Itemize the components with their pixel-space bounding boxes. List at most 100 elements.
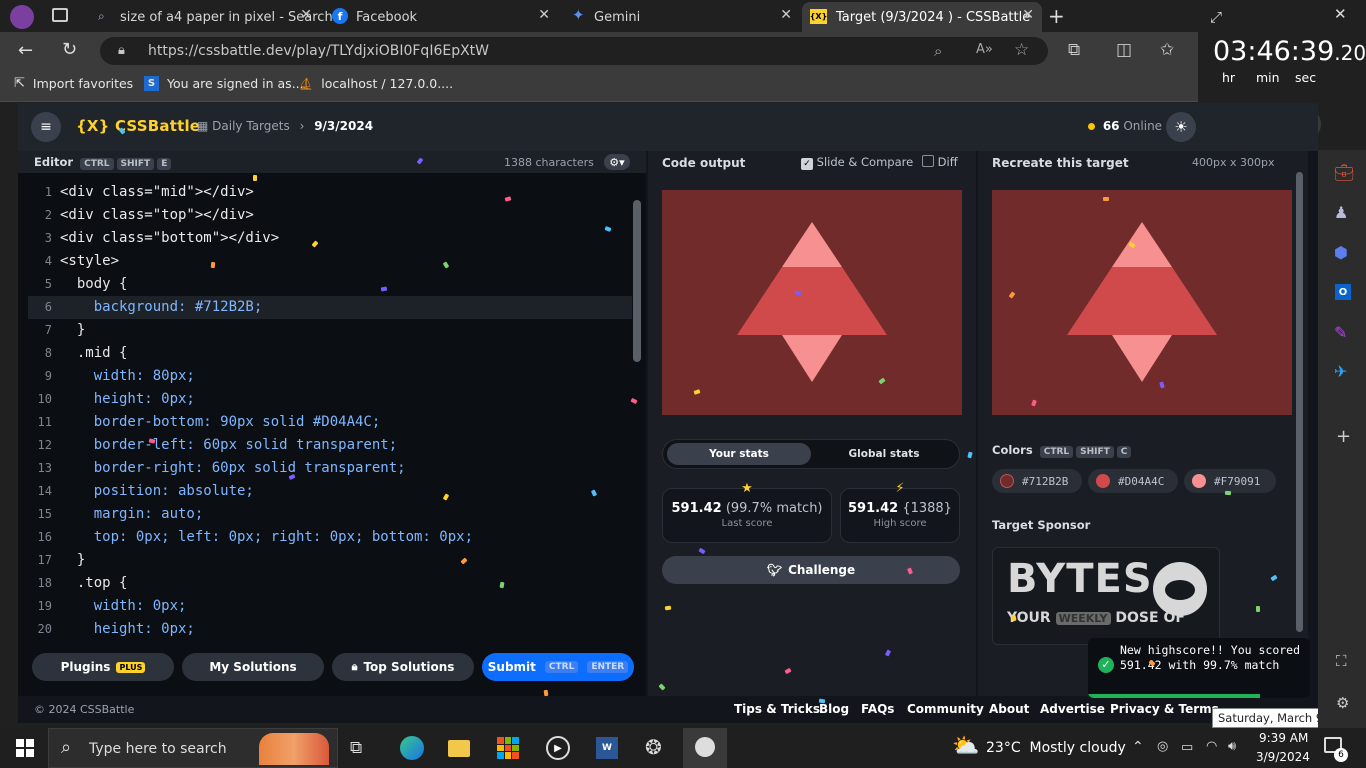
windows-start-icon[interactable] bbox=[16, 739, 34, 757]
code-line[interactable]: 6 background: #712B2B; bbox=[28, 296, 632, 319]
favorites-icon[interactable]: ✩ bbox=[1160, 40, 1174, 60]
output-preview[interactable] bbox=[662, 190, 962, 415]
shopping-icon[interactable]: 💼︎ bbox=[1334, 163, 1354, 182]
submit-button[interactable]: Submit CTRL ENTER bbox=[482, 653, 634, 681]
fav-import[interactable]: ⇱ Import favorites bbox=[14, 76, 133, 91]
zoom-icon[interactable]: ⌕ bbox=[934, 42, 942, 60]
code-line[interactable]: 5 body { bbox=[28, 273, 632, 296]
chevron-up-icon[interactable]: ⌃ bbox=[1132, 739, 1144, 755]
tab-your-stats[interactable]: Your stats bbox=[667, 443, 811, 465]
top-solutions-button[interactable]: 🔒︎ Top Solutions bbox=[332, 653, 474, 681]
brand-logo[interactable]: {X} CSSBattle bbox=[76, 117, 200, 135]
footer-link-faqs[interactable]: FAQs bbox=[861, 702, 894, 716]
code-line[interactable]: 17 } bbox=[28, 549, 632, 572]
code-line[interactable]: 4 <style> bbox=[28, 250, 632, 273]
close-icon[interactable]: ✕ bbox=[300, 7, 312, 23]
code-line[interactable]: 11 border-bottom: 90px solid #D04A4C; bbox=[28, 411, 632, 434]
screenshot-icon[interactable]: ⛶ bbox=[1336, 652, 1347, 670]
code-line[interactable]: 20 height: 0px; bbox=[28, 618, 632, 641]
color-swatch-1[interactable]: #712B2B bbox=[992, 469, 1082, 493]
back-icon[interactable]: ← bbox=[18, 40, 33, 61]
split-screen-icon[interactable]: ◫ bbox=[1116, 40, 1132, 60]
expand-icon[interactable]: ⤢ bbox=[1210, 8, 1222, 26]
tab-facebook[interactable]: f Facebook ✕ bbox=[322, 2, 558, 32]
footer-link-blog[interactable]: Blog bbox=[819, 702, 849, 716]
editor-scrollbar[interactable] bbox=[633, 200, 641, 362]
volume-icon[interactable]: 🔊︎ bbox=[1228, 739, 1236, 754]
footer-link-privacy[interactable]: Privacy & Terms bbox=[1110, 702, 1219, 716]
settings-icon[interactable]: ⚙ bbox=[1336, 694, 1349, 712]
add-sidebar-icon[interactable]: + bbox=[1336, 426, 1351, 447]
code-line[interactable]: 12 border-left: 60px solid transparent; bbox=[28, 434, 632, 457]
chatgpt-icon[interactable]: ❂ bbox=[645, 735, 662, 759]
tab-search[interactable]: ⌕ size of a4 paper in pixel - Search ✕ bbox=[86, 2, 333, 32]
fav-localhost[interactable]: ⛵︎ localhost / 127.0.0.... bbox=[298, 76, 453, 91]
tab-global-stats[interactable]: Global stats bbox=[812, 443, 956, 465]
vscode-icon[interactable]: W bbox=[596, 737, 618, 759]
highscore-toast[interactable]: ✓ New highscore!! You scored 591.42 with… bbox=[1088, 638, 1310, 698]
new-tab-icon[interactable]: + bbox=[1048, 4, 1065, 28]
file-explorer-icon[interactable] bbox=[448, 740, 470, 757]
code-line[interactable]: 3 <div class="bottom"></div> bbox=[28, 227, 632, 250]
close-icon[interactable]: ✕ bbox=[1334, 5, 1347, 23]
footer-link-about[interactable]: About bbox=[989, 702, 1029, 716]
settings-gear-icon[interactable]: ⚙▾ bbox=[604, 154, 630, 170]
code-line[interactable]: 13 border-right: 60px solid transparent; bbox=[28, 457, 632, 480]
active-app-icon[interactable] bbox=[683, 728, 727, 768]
theme-toggle-button[interactable]: ☀ bbox=[1166, 112, 1196, 142]
color-swatch-2[interactable]: #D04A4C bbox=[1088, 469, 1178, 493]
battery-icon[interactable]: ▭ bbox=[1181, 740, 1193, 755]
code-line[interactable]: 18 .top { bbox=[28, 572, 632, 595]
wifi-icon[interactable]: ◠ bbox=[1206, 739, 1217, 754]
slide-compare-checkbox[interactable]: ✓ Slide & Compare bbox=[801, 155, 913, 170]
close-icon[interactable]: ✕ bbox=[1022, 7, 1034, 23]
code-line[interactable]: 8 .mid { bbox=[28, 342, 632, 365]
url-field[interactable]: 🔒︎ https://cssbattle.dev/play/TLYdjxiOBI… bbox=[100, 37, 1048, 65]
fav-signed-in[interactable]: S You are signed in as... bbox=[144, 76, 304, 91]
code-line[interactable]: 9 width: 80px; bbox=[28, 365, 632, 388]
tab-actions-icon[interactable] bbox=[52, 8, 68, 22]
edge-taskbar-icon[interactable] bbox=[400, 736, 424, 760]
send-icon[interactable]: ✈ bbox=[1334, 362, 1347, 381]
menu-button[interactable]: ≡ bbox=[31, 112, 61, 142]
copilot-icon[interactable]: ⬢ bbox=[1334, 243, 1348, 262]
diff-checkbox[interactable]: Diff bbox=[922, 155, 958, 169]
close-icon[interactable]: ✕ bbox=[780, 7, 792, 23]
my-solutions-button[interactable]: My Solutions bbox=[182, 653, 324, 681]
task-view-icon[interactable]: ⧉ bbox=[350, 738, 362, 758]
code-line[interactable]: 15 margin: auto; bbox=[28, 503, 632, 526]
code-line[interactable]: 14 position: absolute; bbox=[28, 480, 632, 503]
code-line[interactable]: 19 width: 0px; bbox=[28, 595, 632, 618]
footer-link-community[interactable]: Community bbox=[907, 702, 984, 716]
refresh-icon[interactable]: ↻ bbox=[62, 39, 77, 60]
close-icon[interactable]: ✕ bbox=[538, 7, 550, 23]
code-line[interactable]: 16 top: 0px; left: 0px; right: 0px; bott… bbox=[28, 526, 632, 549]
plugins-button[interactable]: Plugins PLUS bbox=[32, 653, 174, 681]
breadcrumb-daily-targets[interactable]: Daily Targets bbox=[212, 119, 290, 133]
code-line[interactable]: 10 height: 0px; bbox=[28, 388, 632, 411]
tab-gemini[interactable]: ✦ Gemini ✕ bbox=[560, 2, 800, 32]
sponsor-card[interactable]: BYTES YOUR WEEKLY DOSE OF bbox=[992, 547, 1220, 645]
extensions-icon[interactable]: ⧉ bbox=[1068, 40, 1080, 60]
footer-link-tips[interactable]: Tips & Tricks bbox=[734, 702, 820, 716]
target-scrollbar[interactable] bbox=[1296, 172, 1303, 632]
favorite-star-icon[interactable]: ☆ bbox=[1014, 40, 1029, 60]
weather-text[interactable]: 23°C Mostly cloudy bbox=[986, 740, 1126, 756]
chess-icon[interactable]: ♟ bbox=[1334, 203, 1348, 222]
code-line[interactable]: 1 <div class="mid"></div> bbox=[28, 181, 632, 204]
clock-date[interactable]: 3/9/2024 bbox=[1256, 750, 1310, 764]
read-aloud-icon[interactable]: A» bbox=[976, 42, 993, 57]
store-icon[interactable] bbox=[497, 737, 519, 759]
clock-time[interactable]: 9:39 AM bbox=[1259, 731, 1308, 745]
designer-icon[interactable]: ✎ bbox=[1334, 323, 1347, 342]
profile-avatar[interactable] bbox=[10, 5, 34, 29]
footer-link-advertise[interactable]: Advertise bbox=[1040, 702, 1105, 716]
color-swatch-3[interactable]: #F79091 bbox=[1184, 469, 1276, 493]
code-line[interactable]: 7 } bbox=[28, 319, 632, 342]
media-player-icon[interactable]: ▶ bbox=[546, 736, 570, 760]
code-line[interactable]: 2 <div class="top"></div> bbox=[28, 204, 632, 227]
challenge-button[interactable]: 🐦︎ Challenge bbox=[662, 556, 960, 584]
outlook-icon[interactable]: O bbox=[1335, 284, 1351, 300]
tab-cssbattle[interactable]: {X} Target (9/3/2024 ) - CSSBattle ✕ bbox=[802, 2, 1042, 32]
taskbar-search[interactable]: ⌕ Type here to search bbox=[48, 728, 338, 768]
